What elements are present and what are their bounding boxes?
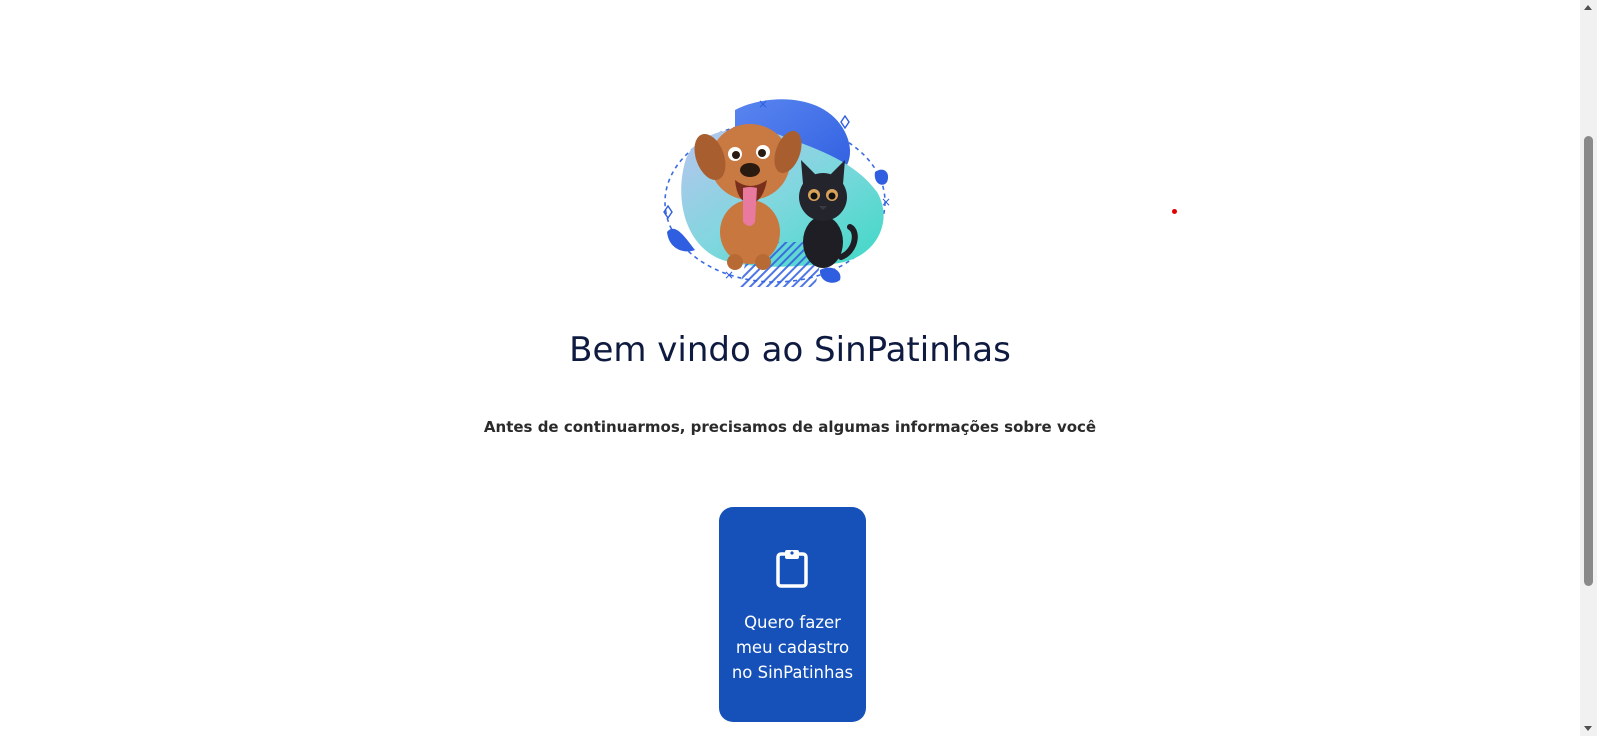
vertical-scrollbar[interactable] xyxy=(1580,0,1597,736)
dog-and-cat-illustration: × × × xyxy=(663,97,891,287)
scrollbar-thumb[interactable] xyxy=(1584,136,1593,586)
scroll-up-arrow-icon[interactable] xyxy=(1584,5,1592,10)
page-title: Bem vindo ao SinPatinhas xyxy=(569,330,1011,370)
svg-text:×: × xyxy=(724,268,734,282)
page-subtitle: Antes de continuarmos, precisamos de alg… xyxy=(483,418,1097,436)
register-option-label: Quero fazer meu cadastro no SinPatinhas xyxy=(731,613,854,682)
page: × × × Bem vindo ao SinPatinhas Antes de … xyxy=(0,0,1597,736)
cursor-dot xyxy=(1172,209,1177,214)
svg-text:×: × xyxy=(881,195,891,209)
scroll-down-arrow-icon[interactable] xyxy=(1584,726,1592,731)
svg-text:×: × xyxy=(758,97,768,111)
welcome-content: × × × Bem vindo ao SinPatinhas Antes de … xyxy=(0,0,1580,736)
clipboard-icon xyxy=(776,550,808,588)
register-option-card[interactable]: Quero fazer meu cadastro no SinPatinhas xyxy=(719,507,866,722)
